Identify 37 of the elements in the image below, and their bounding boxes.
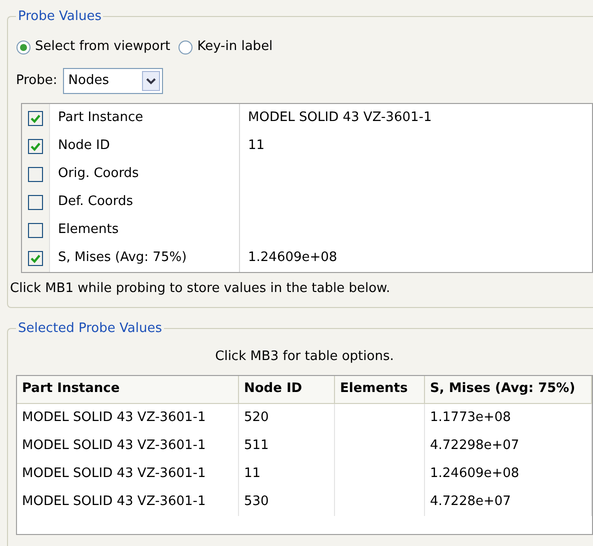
table-cell-text: MODEL SOLID 43 VZ-3601-1 [22, 492, 206, 511]
table-cell-text: 1.24609e+08 [430, 464, 520, 483]
table-cell-text: 4.7228e+07 [430, 492, 511, 511]
table-cell-text: MODEL SOLID 43 VZ-3601-1 [22, 436, 206, 455]
checkbox[interactable] [28, 194, 43, 210]
hint-text: Click MB3 for table options. [215, 348, 394, 366]
radio-button[interactable]: Key-in label [178, 37, 273, 57]
field-label: Orig. Coords [58, 165, 139, 184]
checkbox[interactable] [28, 250, 43, 266]
field-label: Def. Coords [58, 193, 134, 212]
field-value: 11 [248, 137, 265, 156]
table-cell-text: 4.72298e+07 [430, 436, 520, 455]
field-label: Elements [58, 221, 119, 240]
hint-text: Click MB1 while probing to store values in the table below. [10, 280, 392, 298]
table-cell-text: MODEL SOLID 43 VZ-3601-1 [22, 464, 206, 483]
probe-label: Probe: [16, 72, 58, 90]
checkbox[interactable] [28, 110, 43, 126]
field-label: S, Mises (Avg: 75%) [58, 249, 187, 268]
column-header[interactable]: Elements [335, 376, 425, 402]
probe-dropdown[interactable]: Nodes [63, 68, 164, 94]
field-value: 1.24609e+08 [248, 249, 338, 268]
checkbox[interactable] [28, 138, 43, 154]
column-header[interactable]: S, Mises (Avg: 75%) [425, 376, 592, 402]
column-header[interactable]: Part Instance [17, 376, 239, 402]
field-value: MODEL SOLID 43 VZ-3601-1 [248, 109, 432, 128]
table-cell-text: 520 [244, 408, 269, 427]
field-label: Part Instance [58, 109, 144, 128]
table-cell-text: 1.1773e+08 [430, 408, 511, 427]
table-cell-text: 530 [244, 492, 269, 511]
radio-button[interactable]: Select from viewport [16, 37, 170, 57]
column-header[interactable]: Node ID [239, 376, 335, 402]
checkbox[interactable] [28, 222, 43, 238]
field-label: Node ID [58, 137, 110, 156]
table-cell-text: 11 [244, 464, 261, 483]
table-cell-text: MODEL SOLID 43 VZ-3601-1 [22, 408, 206, 427]
table-cell-text: 511 [244, 436, 269, 455]
checkbox[interactable] [28, 166, 43, 182]
